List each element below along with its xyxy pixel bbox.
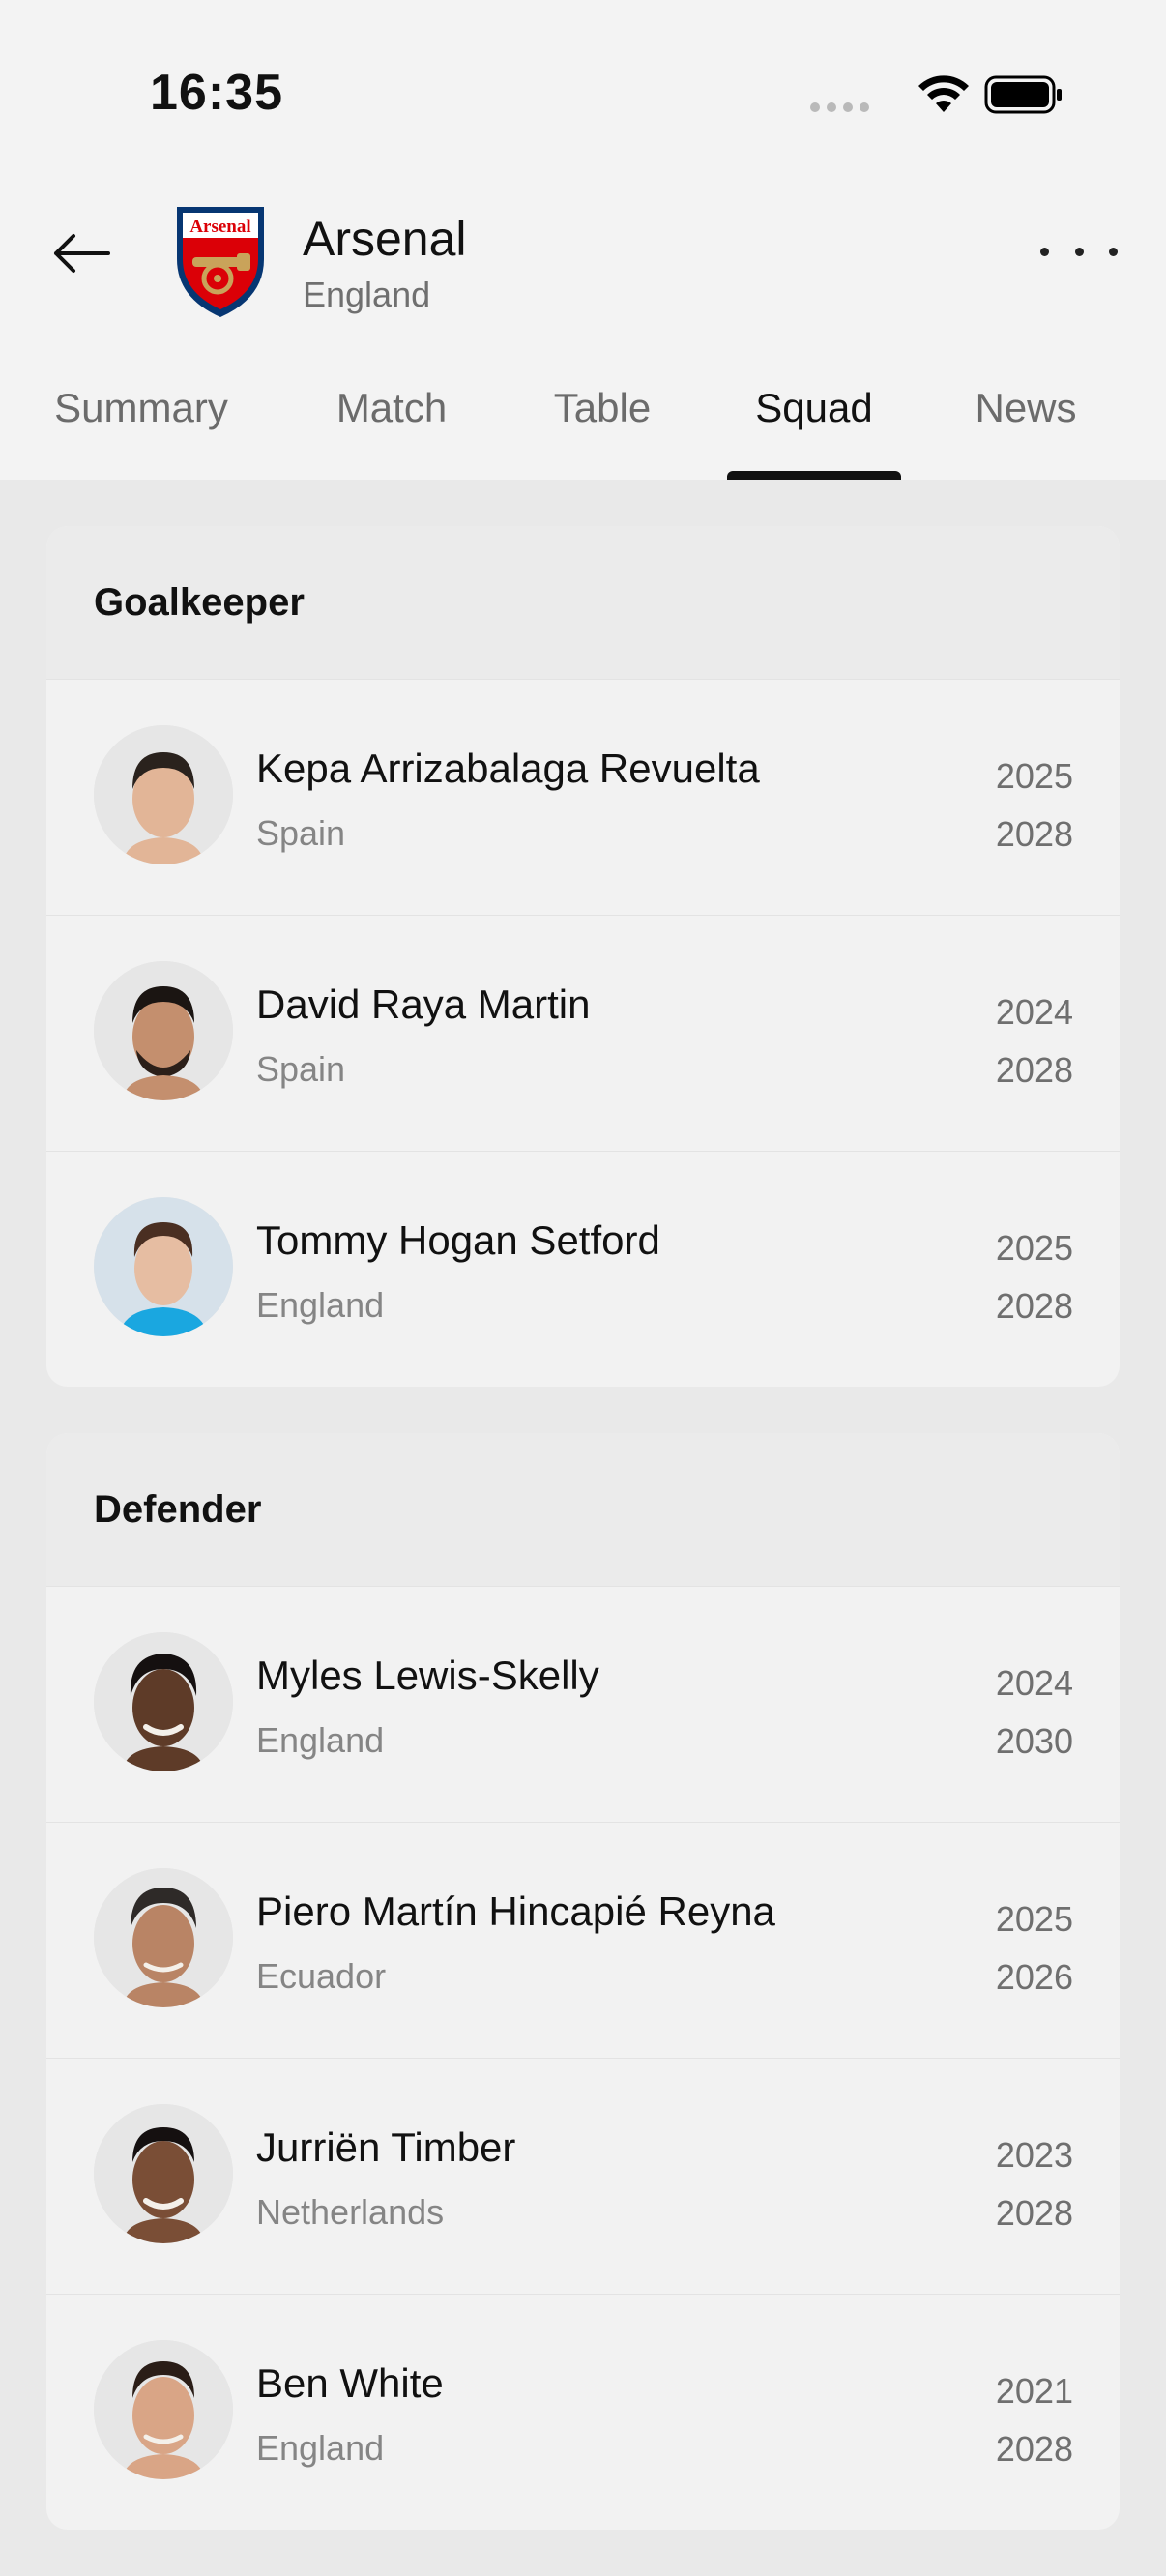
player-avatar <box>94 961 233 1100</box>
tab-label: Match <box>335 385 448 430</box>
contract-start-year: 2025 <box>995 1899 1073 1939</box>
contract-years: 2024 2030 <box>996 1654 1073 1771</box>
player-avatar <box>94 2340 233 2479</box>
contract-years: 2021 2028 <box>996 2362 1073 2478</box>
player-avatar <box>94 2104 233 2243</box>
status-icons <box>754 73 1064 116</box>
player-row[interactable]: Kepa Arrizabalaga Revuelta Spain 2025 20… <box>46 679 1120 915</box>
section-title: Defender <box>46 1433 1120 1586</box>
app-header: 16:35 Arsenal Arsenal England Summary Ma… <box>0 0 1166 480</box>
tab-label: Summary <box>54 385 228 430</box>
contract-years: 2025 2026 <box>996 1890 1073 2006</box>
tab-table[interactable]: Table <box>547 367 657 480</box>
player-country: Spain <box>256 813 346 853</box>
contract-end-year: 2028 <box>995 2429 1073 2469</box>
battery-icon <box>984 75 1062 114</box>
more-dot-icon <box>1040 247 1049 256</box>
tab-label: Table <box>553 385 652 430</box>
player-country: England <box>256 2428 385 2468</box>
tab-bar: Summary Match Table Squad News <box>0 367 1166 480</box>
contract-start-year: 2021 <box>995 2371 1073 2411</box>
player-avatar <box>94 1868 233 2007</box>
contract-start-year: 2024 <box>995 1663 1073 1703</box>
arsenal-crest-logo: Arsenal <box>177 207 264 317</box>
player-name: Myles Lewis-Skelly <box>256 1653 599 1698</box>
player-avatar <box>94 725 233 864</box>
status-time: 16:35 <box>150 65 283 121</box>
player-country: England <box>256 1720 385 1760</box>
tab-summary[interactable]: Summary <box>46 367 236 480</box>
contract-years: 2023 2028 <box>996 2126 1073 2242</box>
wifi-icon <box>918 75 969 112</box>
cellular-signal-icon <box>810 102 870 114</box>
player-row[interactable]: Ben White England 2021 2028 <box>46 2294 1120 2530</box>
tab-label: News <box>975 385 1077 430</box>
position-section-defender: Defender Myles Lewis-Skelly England 2024… <box>46 1433 1120 2530</box>
contract-start-year: 2024 <box>995 992 1073 1032</box>
player-row[interactable]: Jurriën Timber Netherlands 2023 2028 <box>46 2058 1120 2294</box>
player-row[interactable]: Tommy Hogan Setford England 2025 2028 <box>46 1151 1120 1387</box>
player-avatar <box>94 1197 233 1336</box>
tab-squad[interactable]: Squad <box>727 367 901 480</box>
player-country: England <box>256 1285 385 1325</box>
player-name: Ben White <box>256 2360 444 2406</box>
logo-text: Arsenal <box>189 217 250 237</box>
tab-news[interactable]: News <box>969 367 1083 480</box>
player-name: Kepa Arrizabalaga Revuelta <box>256 746 760 791</box>
club-country: England <box>303 275 431 314</box>
player-country: Ecuador <box>256 1956 387 1996</box>
player-name: Piero Martín Hincapié Reyna <box>256 1888 775 1934</box>
contract-end-year: 2028 <box>995 1286 1073 1326</box>
contract-start-year: 2025 <box>995 756 1073 796</box>
tab-match[interactable]: Match <box>329 367 454 480</box>
position-section-goalkeeper: Goalkeeper Kepa Arrizabalaga Revuelta Sp… <box>46 526 1120 1387</box>
player-row[interactable]: David Raya Martin Spain 2024 2028 <box>46 915 1120 1151</box>
more-options-button[interactable] <box>1040 232 1118 271</box>
arrow-left-icon <box>54 234 110 273</box>
contract-years: 2025 2028 <box>996 747 1073 864</box>
contract-end-year: 2028 <box>995 2193 1073 2233</box>
squad-list: Goalkeeper Kepa Arrizabalaga Revuelta Sp… <box>46 526 1120 2576</box>
contract-years: 2025 2028 <box>996 1219 1073 1335</box>
contract-start-year: 2025 <box>995 1228 1073 1268</box>
player-avatar <box>94 1632 233 1771</box>
contract-start-year: 2023 <box>995 2135 1073 2175</box>
more-dot-icon <box>1109 247 1118 256</box>
more-dot-icon <box>1074 247 1084 256</box>
player-row[interactable]: Piero Martín Hincapié Reyna Ecuador 2025… <box>46 1822 1120 2058</box>
contract-end-year: 2030 <box>995 1721 1073 1761</box>
player-row[interactable]: Myles Lewis-Skelly England 2024 2030 <box>46 1586 1120 1822</box>
player-name: Jurriën Timber <box>256 2124 516 2170</box>
contract-end-year: 2028 <box>995 814 1073 854</box>
player-country: Netherlands <box>256 2192 445 2232</box>
back-button[interactable] <box>43 224 120 282</box>
contract-end-year: 2028 <box>995 1050 1073 1090</box>
contract-years: 2024 2028 <box>996 983 1073 1099</box>
club-header: Arsenal Arsenal England <box>0 184 1166 329</box>
contract-end-year: 2026 <box>995 1957 1073 1997</box>
player-name: David Raya Martin <box>256 981 591 1027</box>
player-name: Tommy Hogan Setford <box>256 1217 660 1263</box>
section-title: Goalkeeper <box>46 526 1120 679</box>
club-name: Arsenal <box>303 212 467 266</box>
active-tab-indicator <box>727 471 901 480</box>
tab-label: Squad <box>755 385 873 430</box>
player-country: Spain <box>256 1049 346 1089</box>
